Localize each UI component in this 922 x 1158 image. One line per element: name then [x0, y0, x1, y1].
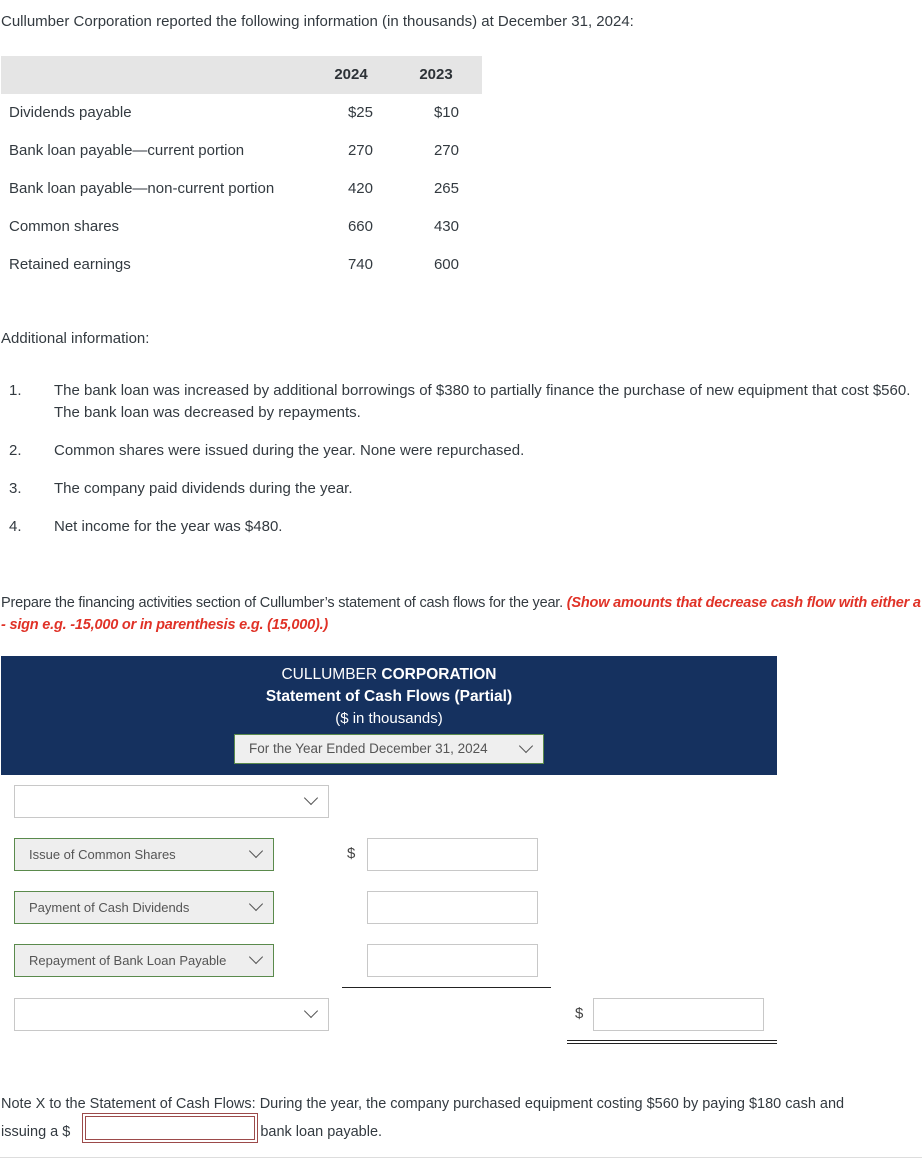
list-item: The company paid dividends during the ye…: [54, 480, 353, 497]
statement-units: ($ in thousands): [335, 710, 443, 727]
value-2023: 430: [433, 218, 459, 235]
value-2024: 740: [347, 256, 373, 273]
total-label-select[interactable]: [14, 998, 329, 1031]
value-2023: $10: [433, 104, 459, 121]
amount-input-2[interactable]: [367, 891, 538, 924]
table-header: 2024 2023: [1, 56, 482, 94]
list-number: 4.: [9, 518, 22, 535]
prompt-text: Prepare the financing activities section…: [1, 595, 567, 611]
value-2023: 265: [433, 180, 459, 197]
line-item-select-value: Payment of Cash Dividends: [29, 900, 190, 915]
currency-symbol: $: [347, 845, 356, 862]
bank-loan-issued-value: [85, 1116, 255, 1140]
chevron-down-icon: [248, 896, 264, 912]
period-select-value: For the Year Ended December 31, 2024: [249, 741, 488, 756]
note-text-before: issuing a $: [1, 1124, 71, 1140]
total-amount-input[interactable]: [593, 998, 764, 1031]
list-item: Net income for the year was $480.: [54, 518, 283, 535]
table-row: Common shares 660 430: [1, 208, 482, 246]
table-row: Bank loan payable—current portion 270 27…: [1, 132, 482, 170]
row-label: Bank loan payable—current portion: [9, 142, 245, 159]
list-item: Common shares were issued during the yea…: [54, 442, 525, 459]
period-select[interactable]: For the Year Ended December 31, 2024: [234, 734, 544, 764]
chevron-down-icon: [303, 790, 319, 806]
row-label: Bank loan payable—non-current portion: [9, 180, 275, 197]
chevron-down-icon: [248, 843, 264, 859]
intro-text: Cullumber Corporation reported the follo…: [1, 13, 634, 30]
value-2024: $25: [347, 104, 373, 121]
section-heading-select[interactable]: [14, 785, 329, 818]
total-double-rule: [567, 1040, 777, 1044]
chevron-down-icon: [303, 1003, 319, 1019]
value-2024: 420: [347, 180, 373, 197]
line-item-select-3[interactable]: Repayment of Bank Loan Payable: [14, 944, 274, 977]
column-header-2023: 2023: [419, 66, 453, 83]
table-row: Dividends payable $25 $10: [1, 94, 482, 132]
chevron-down-icon: [518, 738, 534, 754]
company-name: CULLUMBER CORPORATION: [1, 666, 777, 684]
table-row: Bank loan payable—non-current portion 42…: [1, 170, 482, 208]
table-row: Retained earnings 740 600: [1, 246, 482, 284]
company-name-bold: CORPORATION: [381, 666, 497, 683]
list-number: 2.: [9, 442, 22, 459]
value-2023: 270: [433, 142, 459, 159]
currency-symbol: $: [575, 1005, 584, 1022]
balance-data-table: 2024 2023 Dividends payable $25 $10 Bank…: [1, 56, 482, 284]
list-item: The bank loan was increased by additiona…: [54, 382, 911, 421]
company-name-part: CULLUMBER: [281, 666, 382, 683]
list-number: 3.: [9, 480, 22, 497]
line-item-select-value: Repayment of Bank Loan Payable: [29, 953, 227, 968]
line-item-select-2[interactable]: Payment of Cash Dividends: [14, 891, 274, 924]
amount-input-3[interactable]: [367, 944, 538, 977]
row-label: Retained earnings: [9, 256, 131, 273]
note-text-after: bank loan payable.: [260, 1124, 383, 1140]
value-2024: 270: [347, 142, 373, 159]
chevron-down-icon: [248, 949, 264, 965]
line-item-select-value: Issue of Common Shares: [29, 847, 176, 862]
subtotal-rule: [342, 987, 551, 988]
additional-info-heading: Additional information:: [1, 330, 150, 347]
bank-loan-issued-input[interactable]: [82, 1113, 258, 1143]
value-2024: 660: [347, 218, 373, 235]
list-number: 1.: [9, 382, 22, 399]
statement-title: Statement of Cash Flows (Partial): [265, 688, 513, 705]
column-header-2024: 2024: [334, 66, 368, 83]
amount-input-1[interactable]: [367, 838, 538, 871]
statement-header: CULLUMBER CORPORATION Statement of Cash …: [1, 656, 777, 775]
row-label: Common shares: [9, 218, 120, 235]
question-prompt: Prepare the financing activities section…: [1, 592, 922, 636]
line-item-select-1[interactable]: Issue of Common Shares: [14, 838, 274, 871]
row-label: Dividends payable: [9, 104, 132, 121]
value-2023: 600: [433, 256, 459, 273]
